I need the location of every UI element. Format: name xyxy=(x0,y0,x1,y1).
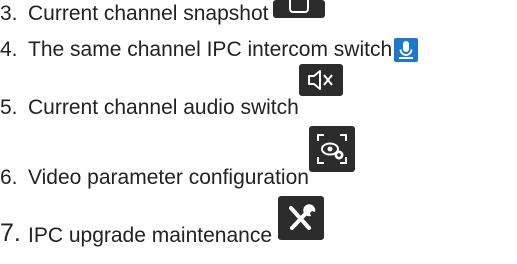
list-item: 7. IPC upgrade maintenance xyxy=(0,196,324,248)
list-item: 5. Current channel audio switch xyxy=(0,64,343,120)
item-label: The same channel IPC intercom switch xyxy=(28,38,393,61)
tools-icon xyxy=(278,196,324,240)
item-label: IPC upgrade maintenance xyxy=(28,224,272,247)
item-number: 6. xyxy=(0,166,18,189)
item-label: Video parameter configuration xyxy=(28,166,309,189)
list-item: 3. Current channel snapshot xyxy=(0,0,325,26)
camera-settings-icon xyxy=(308,126,355,172)
item-number: 4. xyxy=(0,38,18,61)
list-item: 4. The same channel IPC intercom switch xyxy=(0,36,419,62)
speaker-mute-icon xyxy=(298,64,343,96)
camera-icon xyxy=(272,0,325,18)
item-label: Current channel snapshot xyxy=(28,2,269,25)
item-label: Current channel audio switch xyxy=(28,96,299,119)
list-item: 6. Video parameter configuration xyxy=(0,126,355,190)
item-number: 3. xyxy=(0,2,18,25)
item-number: 7. xyxy=(0,219,21,247)
item-number: 5. xyxy=(0,96,18,119)
microphone-icon xyxy=(394,38,419,62)
